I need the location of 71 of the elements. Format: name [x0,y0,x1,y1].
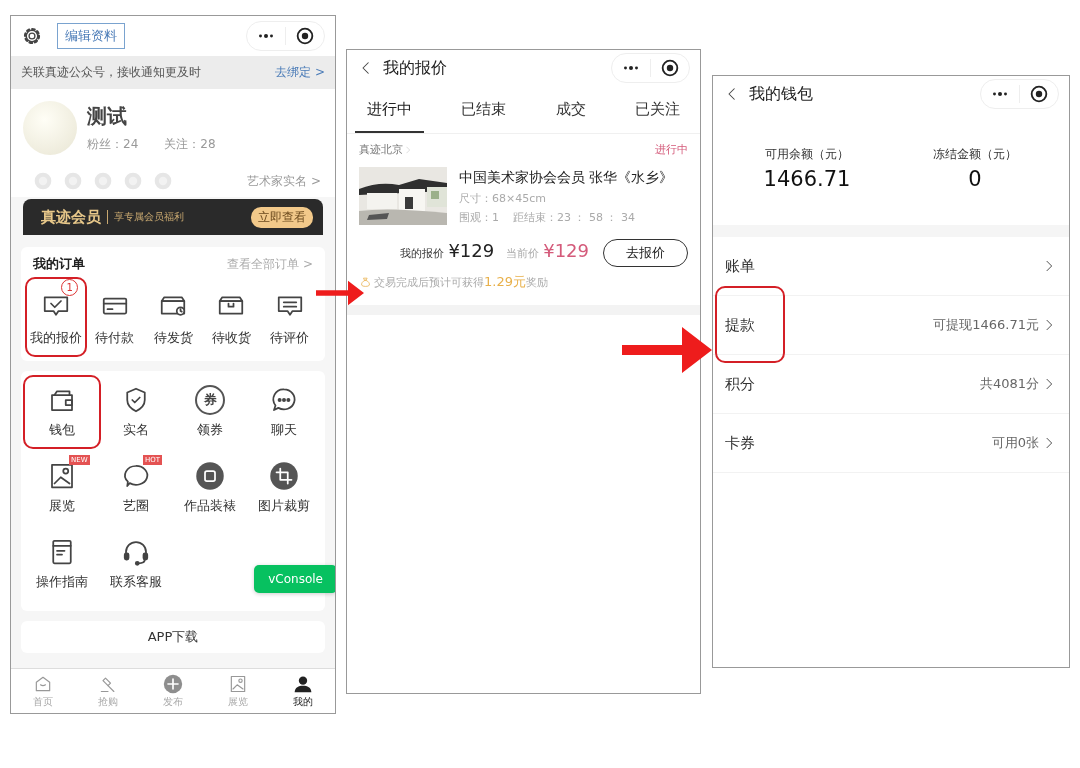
avatar [23,101,77,155]
member-banner[interactable]: 真迹会员 享专属会员福利 立即查看 [23,199,323,235]
balance-label: 冻结金额（元） [933,146,1017,163]
bind-link[interactable]: 去绑定 > [275,64,325,81]
balance-amount: 0 [968,167,982,191]
medal-icon [93,171,113,191]
tool-item[interactable]: 聊天 [247,377,321,445]
order-status-item[interactable]: 待评价 [260,279,320,353]
tab[interactable]: 进行中 [355,92,424,133]
tool-item[interactable]: 操作指南 [25,529,99,597]
page-title: 我的钱包 [749,83,813,105]
square-badge-icon [195,461,225,491]
shop-link[interactable]: 真迹北京 [359,142,403,157]
order-status-item[interactable]: 待发货 [143,279,203,353]
wallet-row[interactable]: 积分 共4081分 [713,355,1069,414]
close-icon[interactable] [1028,83,1050,105]
tab[interactable]: 已结束 [449,92,519,133]
wallet-row[interactable]: 提款 可提现1466.71元 [713,296,1069,355]
bid-button[interactable]: 去报价 [603,239,688,267]
close-icon[interactable] [294,25,316,47]
my-bid-price: ¥129 [448,240,495,261]
fans-count: 粉丝：24 [87,136,139,153]
count-badge: 1 [61,279,79,296]
close-icon[interactable] [659,57,681,79]
tool-item[interactable]: 券 领券 [173,377,247,445]
tool-item[interactable]: 联系客服 [99,529,173,597]
balance-amount: 1466.71 [763,167,851,191]
row-value: 共4081分 [979,375,1039,393]
settings-icon[interactable] [21,25,43,47]
money-bag-icon [359,275,372,289]
user-name: 测试 [87,103,128,130]
row-value: 可提现1466.71元 [933,316,1039,334]
follow-count: 关注：28 [164,136,216,153]
app-download-button[interactable]: APP下载 [21,621,325,653]
balance-label: 可用余额（元） [765,146,849,163]
tab-bar-item[interactable]: 我的 [270,669,335,713]
view-count: 围观：1 [459,210,499,225]
page-title: 我的报价 [383,57,447,79]
coupon-icon: 券 [195,385,225,415]
order-status-item[interactable]: 待收货 [202,279,261,353]
tool-item[interactable]: 钱包 [25,377,99,445]
order-status-item[interactable]: 待付款 [85,279,144,353]
wallet-row[interactable]: 账单 [713,237,1069,296]
wallet-row[interactable]: 卡券 可用0张 [713,414,1069,473]
medal-icon [153,171,173,191]
artwork-title: 中国美术家协会会员 张华《水乡》 [459,168,675,187]
bid-status: 进行中 [655,142,688,157]
current-price-label: 当前价 [506,246,540,261]
tab[interactable]: 成交 [543,92,598,133]
order-status-item[interactable]: 1 我的报价 [27,279,86,353]
tool-item[interactable]: 图片裁剪 [247,453,321,521]
crop-icon [269,461,299,491]
current-price: ¥129 [543,240,589,261]
artwork-size: 尺寸：68×45cm [459,191,547,206]
plus-icon [163,673,183,694]
my-bid-label: 我的报价 [400,246,445,261]
section-title: 我的订单 [33,255,85,273]
medal-icon [63,171,83,191]
notice-text: 关联真迹公众号，接收通知更及时 [21,64,202,81]
countdown: 距结束：23 ： 58 ： 34 [513,210,635,225]
member-title: 真迹会员 [41,207,101,227]
medal-icon [123,171,143,191]
edit-profile-button[interactable]: 编辑资料 [57,23,125,49]
reward-text: 交易完成后预计可获得1.29元奖励 [374,273,548,291]
member-subtitle: 享专属会员福利 [114,210,184,224]
tool-item[interactable]: 作品装裱 [173,453,247,521]
medal-icon [33,171,53,191]
view-now-button[interactable]: 立即查看 [251,206,313,228]
row-value: 可用0张 [991,434,1039,452]
tab[interactable]: 已关注 [623,92,692,133]
tool-item[interactable]: 实名 [99,377,173,445]
